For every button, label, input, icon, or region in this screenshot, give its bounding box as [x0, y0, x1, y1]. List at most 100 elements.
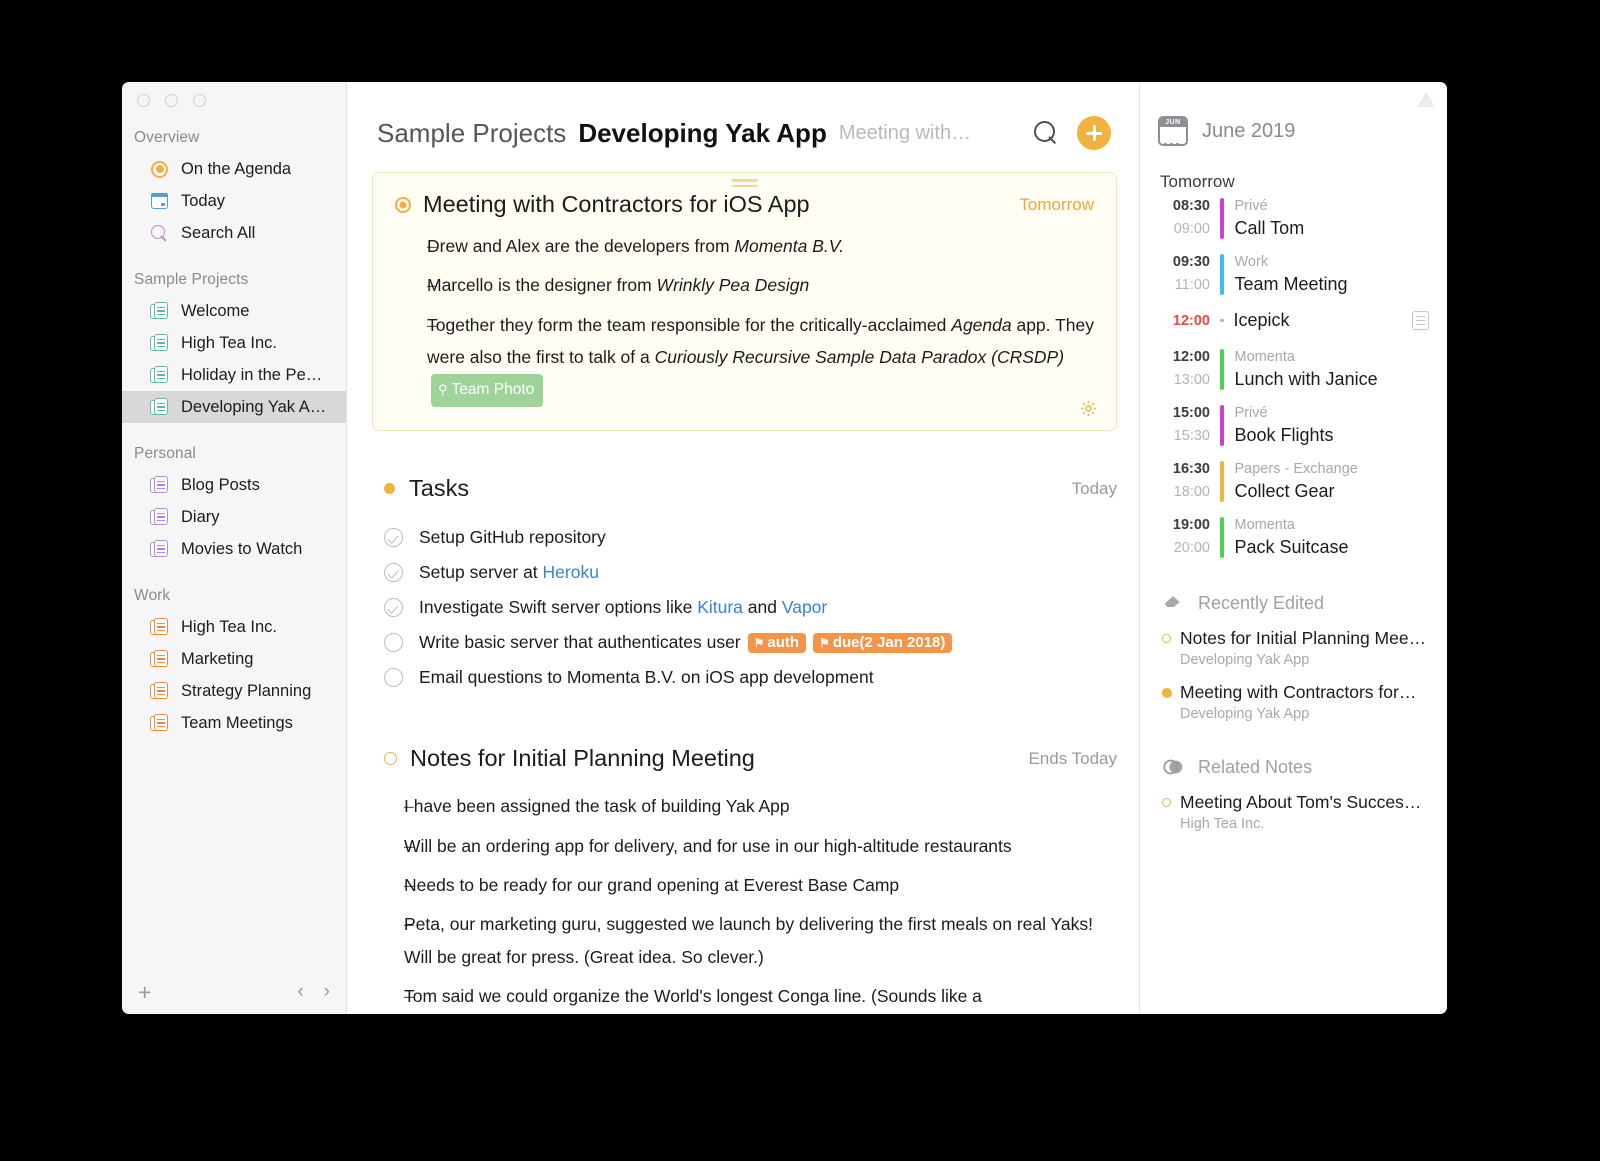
task-row[interactable]: Write basic server that authenticates us…: [372, 625, 1117, 660]
recently-edited-item[interactable]: Notes for Initial Planning Mee… Developin…: [1158, 628, 1429, 668]
sidebar-item-search-all[interactable]: Search All: [122, 217, 346, 249]
task-label: Write basic server that authenticates us…: [419, 632, 741, 653]
calendar-event[interactable]: 16:30 18:00 Papers - Exchange Collect Gear: [1158, 461, 1429, 502]
window-controls[interactable]: [122, 82, 346, 107]
search-icon[interactable]: [1033, 120, 1059, 146]
add-project-button[interactable]: +: [138, 980, 151, 1004]
sidebar-item-strategy-planning[interactable]: Strategy Planning: [122, 675, 346, 707]
sidebar-item-holiday-in-the-pe[interactable]: Holiday in the Pe…: [122, 359, 346, 391]
note-body: – Drew and Alex are the developers from M…: [395, 230, 1094, 408]
checkbox-checked-icon[interactable]: [384, 528, 403, 548]
notes-section-header[interactable]: Notes for Initial Planning Meeting Ends …: [372, 745, 1117, 772]
sidebar-item-welcome[interactable]: Welcome: [122, 295, 346, 327]
notes-bullet: – Peta, our marketing guru, suggested we …: [372, 908, 1117, 973]
recently-edited-header: Recently Edited: [1162, 592, 1429, 614]
sidebar-item-team-meetings[interactable]: Team Meetings: [122, 707, 346, 739]
calendar-event[interactable]: 19:00 20:00 Momenta Pack Suitcase: [1158, 517, 1429, 558]
calendar-month-badge: JUN: [1160, 118, 1186, 127]
sidebar-item-label: High Tea Inc.: [181, 333, 278, 352]
task-label: Setup server at Heroku: [419, 562, 599, 583]
calendar-event[interactable]: 09:30 11:00 Work Team Meeting: [1158, 254, 1429, 295]
event-calendar-color-bar: [1220, 405, 1224, 446]
bullet-text: Tom said we could organize the World's l…: [404, 986, 982, 1007]
related-notes-list: Meeting About Tom's Succes… High Tea Inc.: [1158, 792, 1429, 832]
note-stack-icon: [149, 713, 170, 734]
attachment-pill-team-photo[interactable]: ⚲ Team Photo: [431, 373, 544, 408]
breadcrumb-note[interactable]: Meeting with…: [839, 122, 971, 145]
note-card-meeting-with-contractors[interactable]: Meeting with Contractors for iOS App Tom…: [372, 172, 1117, 432]
sidebar-item-developing-yak-a[interactable]: Developing Yak A…: [122, 391, 346, 423]
note-info: Notes for Initial Planning Mee… Developin…: [1180, 628, 1426, 668]
breadcrumb-project[interactable]: Developing Yak App: [578, 118, 827, 149]
sidebar-item-today[interactable]: Today: [122, 185, 346, 217]
bullet-dash: –: [427, 314, 437, 335]
maximize-button[interactable]: [193, 94, 206, 107]
note-stack-icon: [149, 397, 170, 418]
task-row[interactable]: Email questions to Momenta B.V. on iOS a…: [372, 660, 1117, 695]
task-link[interactable]: Heroku: [543, 562, 599, 582]
notes-status-icon[interactable]: [384, 752, 397, 766]
sidebar-item-on-the-agenda[interactable]: On the Agenda: [122, 153, 346, 185]
task-row[interactable]: Investigate Swift server options like Ki…: [372, 590, 1117, 625]
checkbox-checked-icon[interactable]: [384, 598, 403, 618]
task-link[interactable]: Vapor: [782, 597, 827, 617]
note-info: Meeting with Contractors for… Developing …: [1180, 682, 1416, 722]
task-tag[interactable]: ⚑ due(2 Jan 2018): [813, 632, 953, 653]
tasks-status-icon[interactable]: [384, 483, 395, 495]
calendar-icon: JUN: [1158, 116, 1188, 146]
sidebar-item-label: Blog Posts: [181, 475, 260, 494]
sidebar-item-movies-to-watch[interactable]: Movies to Watch: [122, 533, 346, 565]
calendar-event[interactable]: 08:30 09:00 Privé Call Tom: [1158, 198, 1429, 239]
calendar-event[interactable]: 15:00 15:30 Privé Book Flights: [1158, 405, 1429, 446]
event-time: 12:00: [1172, 312, 1210, 329]
task-row[interactable]: Setup GitHub repository: [372, 520, 1117, 555]
event-calendar-color-bar: [1220, 254, 1224, 295]
sidebar-item-diary[interactable]: Diary: [122, 501, 346, 533]
task-link[interactable]: Kitura: [697, 597, 743, 617]
note-icon[interactable]: [1412, 311, 1429, 330]
breadcrumb-project-group[interactable]: Sample Projects: [377, 118, 566, 149]
note-project: Developing Yak App: [1180, 652, 1310, 668]
tag-icon: ⚑: [819, 635, 830, 650]
task-row[interactable]: Setup server at Heroku: [372, 555, 1117, 590]
bullet-dash: –: [427, 275, 437, 296]
recently-edited-item[interactable]: Meeting with Contractors for… Developing …: [1158, 682, 1429, 722]
nav-back-button[interactable]: ‹: [297, 981, 303, 1003]
drag-handle-icon[interactable]: [731, 179, 758, 190]
related-note-item[interactable]: Meeting About Tom's Succes… High Tea Inc.: [1158, 792, 1429, 832]
bullet-text: I have been assigned the task of buildin…: [404, 796, 790, 817]
sidebar: Overview On the Agenda Today Search All Samp…: [122, 82, 347, 1014]
note-stack-icon: [149, 333, 170, 354]
task-tag[interactable]: ⚑ auth: [747, 632, 807, 653]
minimize-button[interactable]: [165, 94, 178, 107]
event-calendar-color-bar: [1220, 349, 1224, 390]
note-stack-icon: [149, 475, 170, 496]
add-note-button[interactable]: [1077, 116, 1111, 150]
gear-icon[interactable]: [1079, 399, 1098, 418]
sidebar-item-high-tea-inc[interactable]: High Tea Inc.: [122, 327, 346, 359]
resize-corner-icon[interactable]: [1417, 92, 1435, 107]
tasks-section-header[interactable]: Tasks Today: [372, 475, 1117, 502]
sidebar-item-label: Marketing: [181, 649, 254, 668]
checkbox-checked-icon[interactable]: [384, 563, 403, 583]
sidebar-item-label: Diary: [181, 507, 220, 526]
event-title: Lunch with Janice: [1234, 369, 1378, 389]
sidebar-item-blog-posts[interactable]: Blog Posts: [122, 469, 346, 501]
event-time: 09:30 11:00: [1172, 254, 1210, 293]
sidebar-item-marketing[interactable]: Marketing: [122, 643, 346, 675]
task-list: Setup GitHub repository Setup server at H…: [372, 520, 1117, 695]
close-button[interactable]: [137, 94, 150, 107]
checkbox-icon[interactable]: [384, 633, 403, 653]
checkbox-icon[interactable]: [384, 668, 403, 688]
sidebar-item-label: On the Agenda: [181, 159, 292, 178]
sidebar-item-label: Search All: [181, 223, 256, 242]
calendar-event[interactable]: 12:00 Icepick: [1158, 310, 1429, 331]
tasks-title: Tasks: [409, 475, 470, 502]
notes-body: – I have been assigned the task of buildi…: [372, 790, 1117, 1012]
calendar-event[interactable]: 12:00 13:00 Momenta Lunch with Janice: [1158, 349, 1429, 390]
nav-forward-button[interactable]: ›: [324, 981, 330, 1003]
note-status-icon: [1162, 628, 1180, 668]
notes-bullet: – Tom said we could organize the World's …: [372, 980, 1117, 1012]
sidebar-item-high-tea-inc[interactable]: High Tea Inc.: [122, 611, 346, 643]
note-status-icon[interactable]: [395, 196, 411, 213]
